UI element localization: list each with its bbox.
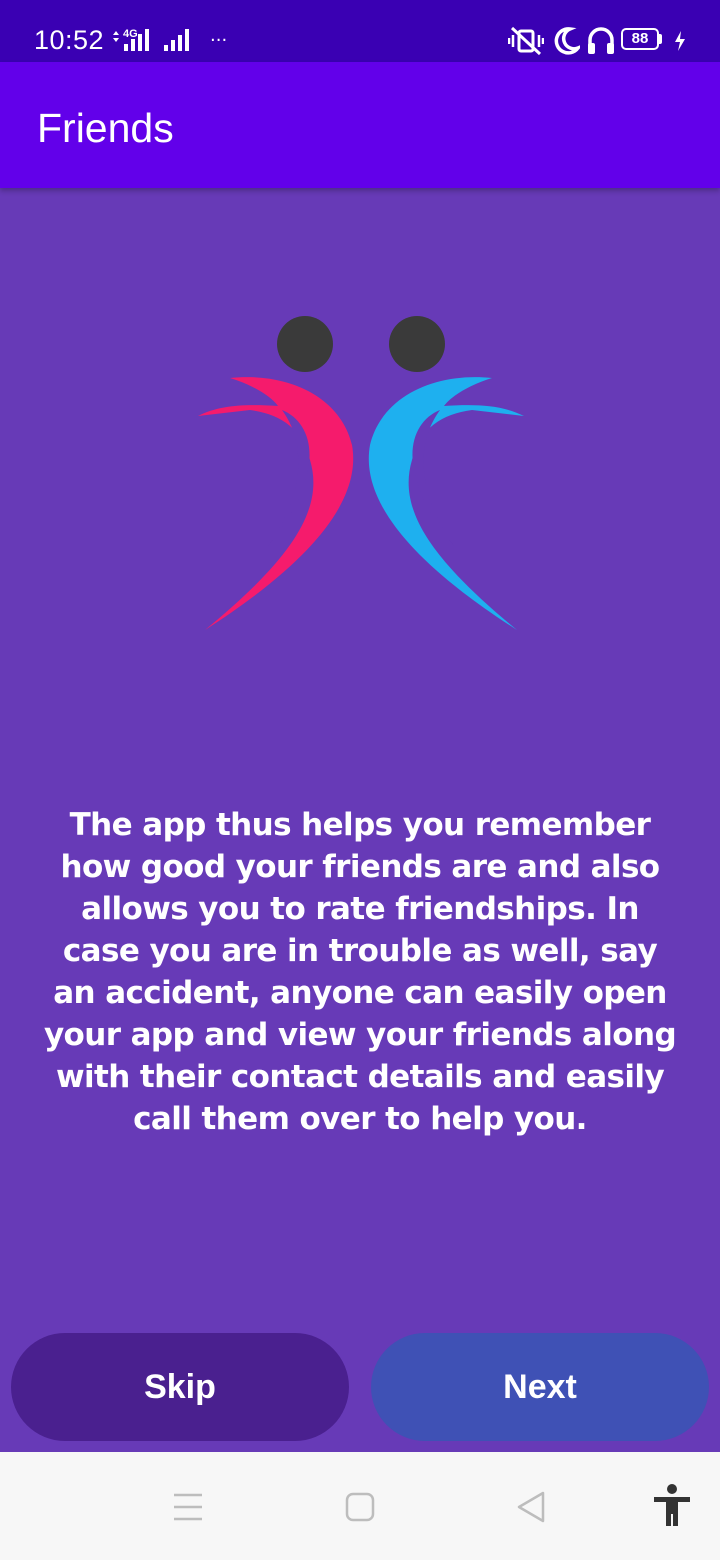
moon-icon	[554, 27, 580, 55]
signal-icons: 4G ···	[113, 28, 227, 51]
status-time: 10:52	[34, 25, 105, 55]
battery-tip	[659, 34, 662, 44]
onboarding-screen: 10:52 4G ··· 88 Friends The app thus hel…	[0, 0, 720, 1560]
right-figure	[368, 377, 524, 630]
mute-vibrate-icon	[508, 26, 544, 56]
next-button[interactable]: Next	[371, 1333, 709, 1441]
skip-button[interactable]: Skip	[11, 1333, 349, 1441]
accessibility-icon[interactable]	[652, 1484, 692, 1528]
right-head	[389, 316, 445, 372]
network-type-label: 4G	[123, 28, 138, 40]
battery-icon: 88	[621, 28, 659, 50]
navigation-bar	[0, 1452, 720, 1560]
headphones-icon	[588, 27, 614, 54]
back-triangle-icon[interactable]	[515, 1490, 547, 1524]
overflow-dots: ···	[210, 30, 227, 51]
friends-logo-icon	[198, 316, 524, 630]
home-square-icon[interactable]	[345, 1492, 375, 1522]
battery-level: 88	[631, 30, 649, 47]
menu-icon[interactable]	[172, 1492, 204, 1522]
page-title: Friends	[37, 105, 174, 151]
onboarding-description: The app thus helps you remember how good…	[43, 807, 677, 1137]
left-head	[277, 316, 333, 372]
charging-icon	[675, 31, 685, 51]
left-figure	[198, 377, 354, 630]
status-bar: 10:52 4G ··· 88	[0, 0, 720, 62]
app-bar: Friends	[0, 62, 720, 188]
